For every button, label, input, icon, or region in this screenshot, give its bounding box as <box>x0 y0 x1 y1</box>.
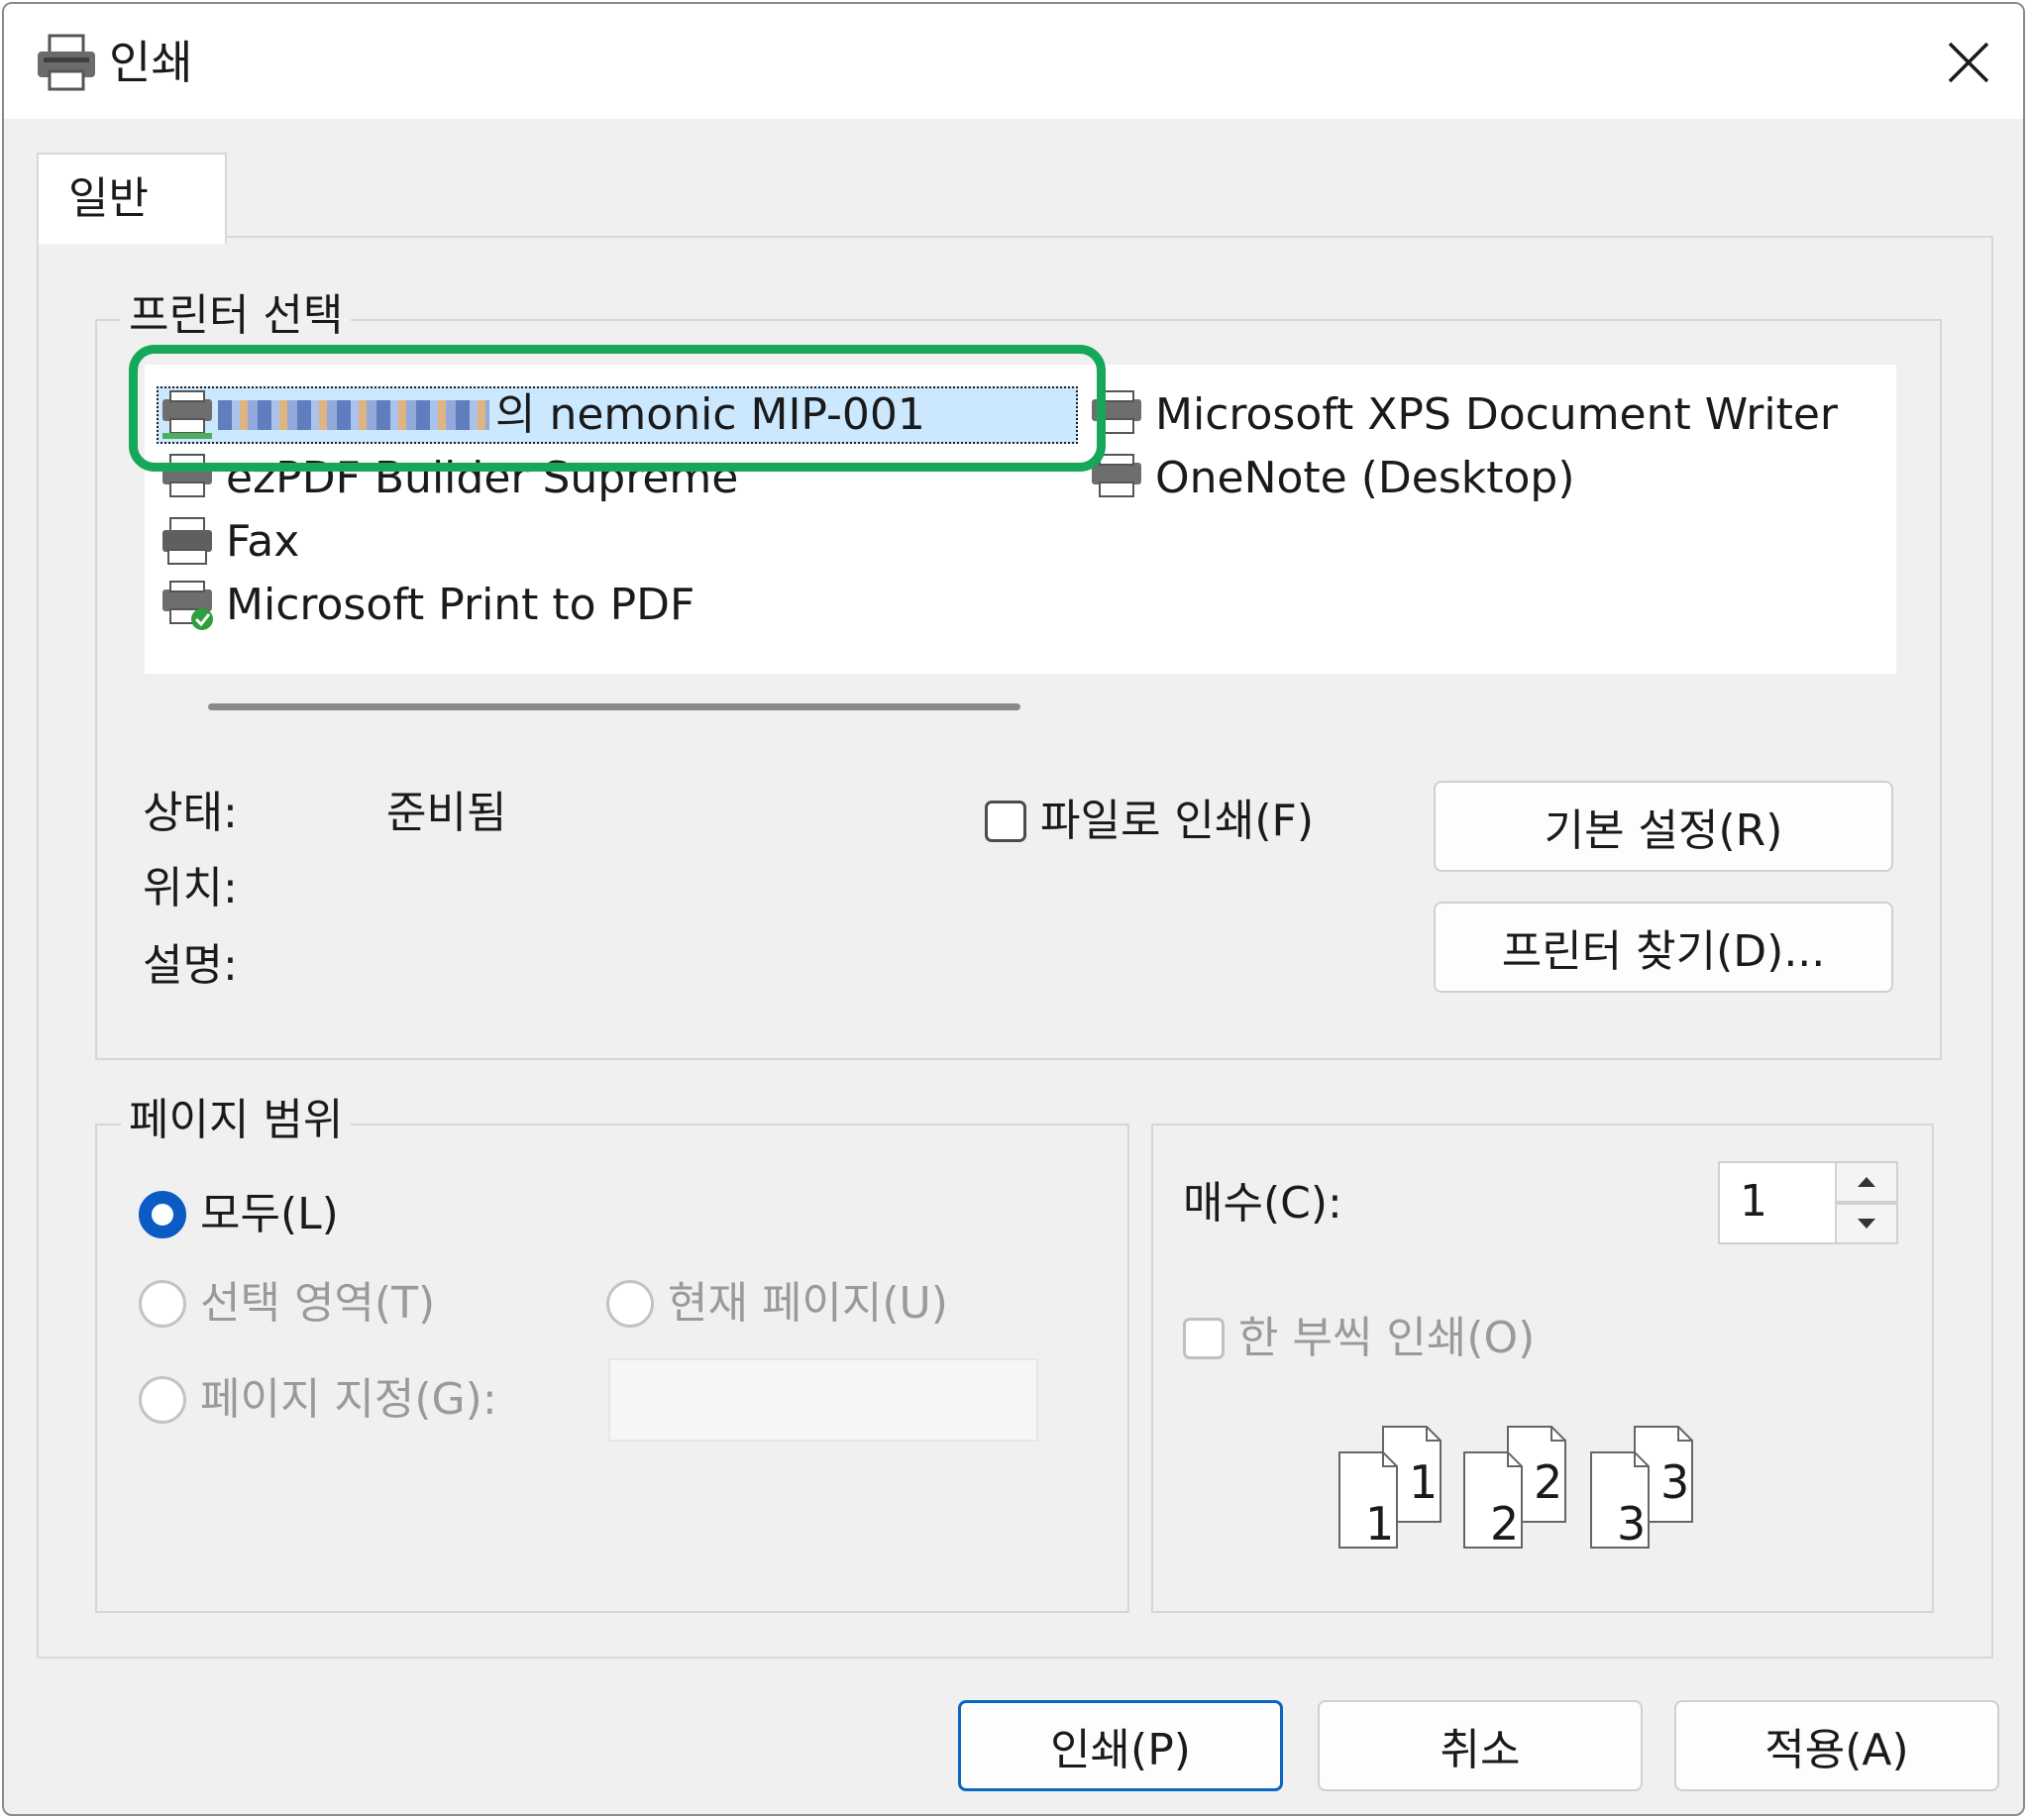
copies-label: 매수(C): <box>1183 1178 1342 1229</box>
collate-label: 한 부씩 인쇄(O) <box>1238 1313 1536 1363</box>
comment-label: 설명: <box>143 940 238 991</box>
radio-selection[interactable]: 선택 영역(T) <box>139 1275 435 1333</box>
tab-general-label: 일반 <box>68 173 149 224</box>
checkbox-box[interactable] <box>985 801 1026 842</box>
window-title: 인쇄 <box>109 36 193 89</box>
radio-indicator[interactable] <box>139 1376 186 1424</box>
printer-icon <box>1092 454 1141 497</box>
printer-name: OneNote (Desktop) <box>1155 453 1575 503</box>
collate-page-label: 1 <box>1409 1455 1438 1509</box>
printer-item-xps-writer[interactable]: Microsoft XPS Document Writer <box>1086 386 1838 444</box>
printer-icon <box>162 454 212 497</box>
redacted-owner-name <box>218 400 489 430</box>
spin-up-button[interactable] <box>1835 1161 1898 1203</box>
printer-list-horizontal-scrollbar[interactable] <box>145 674 1896 739</box>
copies-spinner[interactable] <box>1835 1161 1898 1244</box>
printer-name: ezPDF Builder Supreme <box>226 453 739 503</box>
cancel-button[interactable]: 취소 <box>1318 1700 1643 1791</box>
collate-page-label: 3 <box>1617 1497 1646 1551</box>
print-button[interactable]: 인쇄(P) <box>958 1700 1283 1791</box>
status-label: 상태: <box>143 788 238 838</box>
printer-item-onenote[interactable]: OneNote (Desktop) <box>1086 450 1575 507</box>
close-button[interactable] <box>1928 22 2009 103</box>
radio-pages[interactable]: 페이지 지정(G): <box>139 1371 497 1429</box>
page-range-input[interactable] <box>608 1358 1038 1442</box>
spin-down-button[interactable] <box>1835 1203 1898 1244</box>
tab-general[interactable]: 일반 <box>37 153 227 244</box>
printer-item-fax[interactable]: Fax <box>157 513 299 571</box>
radio-pages-label: 페이지 지정(G): <box>200 1374 497 1425</box>
printer-select-legend: 프린터 선택 <box>121 287 352 345</box>
printer-item-microsoft-print-to-pdf[interactable]: Microsoft Print to PDF <box>157 577 694 634</box>
collate-checkbox[interactable]: 한 부씩 인쇄(O) <box>1183 1310 1535 1367</box>
printer-name: Microsoft Print to PDF <box>226 580 695 630</box>
page-range-legend: 페이지 범위 <box>121 1092 352 1149</box>
printer-list[interactable]: 의 nemonic MIP-001 ezPDF Builder Supreme … <box>145 365 1896 674</box>
printer-name: Microsoft XPS Document Writer <box>1155 389 1839 440</box>
title-bar: 인쇄 <box>4 4 2023 119</box>
printer-default-check-icon <box>162 581 213 630</box>
arrow-up-icon <box>1858 1177 1875 1187</box>
collate-page-label: 1 <box>1365 1497 1394 1551</box>
fax-printer-icon <box>162 517 212 565</box>
status-value: 준비됨 <box>386 788 507 838</box>
printer-item-nemonic[interactable]: 의 nemonic MIP-001 <box>157 386 1078 444</box>
radio-all-pages[interactable]: 모두(L) <box>139 1186 339 1243</box>
print-dialog: 인쇄 일반 프린터 선택 의 nemonic MIP-001 ezPDF Bui… <box>2 2 2025 1816</box>
scrollbar-thumb[interactable] <box>208 703 1020 710</box>
radio-current-page[interactable]: 현재 페이지(U) <box>606 1275 948 1333</box>
printer-item-ezpdf[interactable]: ezPDF Builder Supreme <box>157 450 738 507</box>
printer-icon <box>1092 390 1141 434</box>
close-icon <box>1948 42 1989 83</box>
find-printer-button[interactable]: 프린터 찾기(D)... <box>1434 902 1893 993</box>
collate-page-label: 2 <box>1490 1497 1519 1551</box>
radio-all-label: 모두(L) <box>200 1189 339 1239</box>
printer-name: Fax <box>226 516 300 567</box>
preferences-button[interactable]: 기본 설정(R) <box>1434 781 1893 872</box>
radio-selection-label: 선택 영역(T) <box>200 1278 436 1329</box>
collate-pages-illustration: 1 1 2 2 3 3 <box>1338 1426 1693 1551</box>
printer-icon <box>162 390 212 439</box>
checkbox-box[interactable] <box>1183 1318 1225 1359</box>
print-to-file-checkbox[interactable]: 파일로 인쇄(F) <box>985 793 1314 850</box>
apply-button[interactable]: 적용(A) <box>1674 1700 1999 1791</box>
location-label: 위치: <box>143 863 238 913</box>
radio-indicator[interactable] <box>606 1280 654 1328</box>
radio-indicator[interactable] <box>139 1280 186 1328</box>
radio-current-page-label: 현재 페이지(U) <box>668 1278 948 1329</box>
collate-page-label: 3 <box>1660 1455 1689 1509</box>
arrow-down-icon <box>1858 1219 1875 1229</box>
print-to-file-label: 파일로 인쇄(F) <box>1040 796 1315 846</box>
collate-page-label: 2 <box>1534 1455 1562 1509</box>
radio-indicator[interactable] <box>139 1191 186 1238</box>
printer-icon <box>38 34 95 91</box>
printer-name: 의 nemonic MIP-001 <box>495 389 925 440</box>
